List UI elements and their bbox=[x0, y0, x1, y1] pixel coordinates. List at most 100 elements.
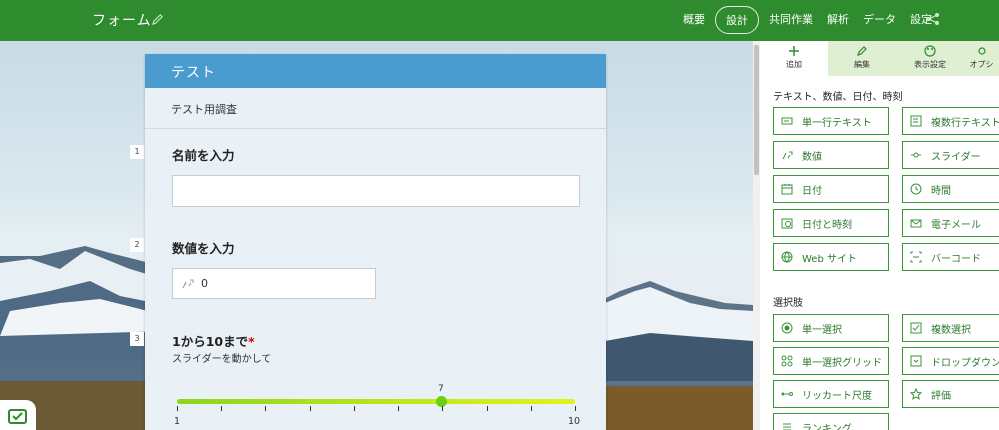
add-question-button[interactable]: 単一選択グリッド bbox=[773, 347, 889, 375]
form-description[interactable]: テスト用調査 bbox=[145, 88, 606, 129]
button-label: 日付と時刻 bbox=[802, 219, 852, 231]
tab-label: 編集 bbox=[854, 60, 870, 69]
button-label: Web サイト bbox=[802, 253, 857, 265]
number-icon bbox=[782, 151, 793, 160]
add-question-button[interactable]: 日付 bbox=[773, 175, 889, 203]
nav-data[interactable]: データ bbox=[856, 6, 903, 34]
slider-tick bbox=[353, 406, 355, 411]
dropdown-icon bbox=[910, 355, 922, 367]
button-label: ランキング bbox=[802, 423, 852, 430]
button-label: 評価 bbox=[931, 390, 951, 402]
single-line-icon bbox=[781, 117, 793, 125]
barcode-icon bbox=[910, 251, 922, 263]
tab-add[interactable]: 追加 bbox=[760, 41, 828, 76]
nav-analysis[interactable]: 解析 bbox=[820, 6, 856, 34]
slider-tick bbox=[530, 406, 532, 411]
slider-min-label: 1 bbox=[174, 416, 181, 427]
section-title-text: テキスト、数値、日付、時刻 bbox=[773, 92, 903, 103]
tab-label: オプシ bbox=[969, 60, 994, 69]
add-question-button[interactable]: 評価 bbox=[902, 380, 999, 408]
question-subtitle: スライダーを動かして bbox=[172, 354, 272, 365]
grid-icon bbox=[781, 355, 793, 367]
tab-edit[interactable]: 編集 bbox=[828, 41, 896, 76]
button-label: 複数選択 bbox=[931, 324, 971, 336]
question-number: 1 bbox=[130, 145, 144, 159]
slider-tick bbox=[221, 406, 223, 411]
add-question-button[interactable]: 時間 bbox=[902, 175, 999, 203]
chatbot-icon bbox=[8, 409, 27, 424]
pencil-icon[interactable] bbox=[151, 13, 164, 26]
share-icon[interactable] bbox=[926, 12, 940, 26]
add-question-button[interactable]: 複数行テキスト bbox=[902, 107, 999, 135]
section-title-choice: 選択肢 bbox=[773, 298, 803, 309]
question-title[interactable]: 1から10まで* bbox=[172, 331, 255, 350]
email-icon bbox=[910, 219, 922, 228]
button-label: 時間 bbox=[931, 185, 951, 197]
add-question-button[interactable]: ランキング bbox=[773, 413, 889, 430]
add-question-button[interactable]: 日付と時刻 bbox=[773, 209, 889, 237]
add-question-button[interactable]: 電子メール bbox=[902, 209, 999, 237]
add-question-button[interactable]: 複数選択 bbox=[902, 314, 999, 342]
slider-track[interactable] bbox=[177, 399, 575, 404]
nav-overview[interactable]: 概要 bbox=[676, 6, 712, 34]
plus-icon bbox=[789, 46, 799, 56]
button-label: リッカート尺度 bbox=[802, 390, 872, 402]
gear-icon bbox=[977, 47, 986, 55]
ranking-icon bbox=[783, 423, 791, 430]
tab-display-settings[interactable]: 表示設定 bbox=[896, 41, 964, 76]
add-question-button[interactable]: バーコード bbox=[902, 243, 999, 271]
panel-scrollbar[interactable] bbox=[753, 41, 760, 430]
button-label: バーコード bbox=[931, 253, 981, 265]
pencil-icon bbox=[857, 46, 867, 56]
nav-design[interactable]: 設計 bbox=[715, 6, 759, 34]
assistant-button[interactable] bbox=[0, 400, 36, 430]
button-label: スライダー bbox=[931, 151, 981, 163]
button-label: 電子メール bbox=[931, 219, 981, 231]
add-question-button[interactable]: スライダー bbox=[902, 141, 999, 169]
scroll-thumb[interactable] bbox=[754, 45, 759, 175]
globe-icon bbox=[781, 251, 793, 263]
button-label: 単一選択グリッド bbox=[802, 357, 882, 369]
add-question-button[interactable]: リッカート尺度 bbox=[773, 380, 889, 408]
add-question-button[interactable]: 単一選択 bbox=[773, 314, 889, 342]
top-bar: フォーム 概要 設計 共同作業 解析 データ 設定 bbox=[0, 0, 999, 41]
slider-max-label: 10 bbox=[568, 416, 581, 427]
clock-icon bbox=[910, 183, 922, 195]
required-mark: * bbox=[248, 334, 255, 349]
add-question-button[interactable]: 数値 bbox=[773, 141, 889, 169]
name-input[interactable] bbox=[172, 175, 580, 207]
nav-collaboration[interactable]: 共同作業 bbox=[762, 6, 820, 34]
question-palette-panel: 追加 編集 表示設定 オプシ テキスト、数値、日付、時刻 選択肢 単一行テキスト… bbox=[753, 41, 999, 430]
star-icon bbox=[910, 388, 922, 400]
button-label: 日付 bbox=[802, 185, 822, 197]
add-question-button[interactable]: Web サイト bbox=[773, 243, 889, 271]
number-icon bbox=[182, 279, 194, 289]
tab-label: 表示設定 bbox=[914, 60, 946, 69]
button-label: 単一行テキスト bbox=[802, 117, 872, 129]
slider-icon bbox=[911, 152, 921, 158]
panel-tabs: 追加 編集 表示設定 オプシ bbox=[760, 41, 999, 76]
add-question-button[interactable]: 単一行テキスト bbox=[773, 107, 889, 135]
form-card: テスト テスト用調査 名前を入力 数値を入力 0 1から10まで* スライダーを… bbox=[145, 54, 606, 430]
form-title[interactable]: テスト bbox=[145, 54, 606, 88]
checkbox-icon bbox=[910, 322, 922, 334]
slider-tick bbox=[486, 406, 488, 411]
question-title[interactable]: 数値を入力 bbox=[172, 238, 235, 257]
number-value: 0 bbox=[201, 277, 208, 290]
button-label: 複数行テキスト bbox=[931, 117, 999, 129]
question-title[interactable]: 名前を入力 bbox=[172, 145, 235, 164]
calendar-icon bbox=[781, 184, 793, 195]
multi-line-icon bbox=[910, 115, 922, 127]
button-label: ドロップダウン bbox=[931, 357, 999, 369]
slider-tick bbox=[575, 406, 576, 411]
slider-value-label: 7 bbox=[438, 384, 444, 394]
question-number: 2 bbox=[130, 238, 144, 252]
number-input[interactable]: 0 bbox=[172, 268, 376, 299]
slider-tick bbox=[309, 406, 311, 411]
slider-tick bbox=[442, 406, 444, 411]
palette-icon bbox=[924, 45, 936, 57]
tab-options[interactable]: オプシ bbox=[964, 41, 999, 76]
slider-tick bbox=[398, 406, 400, 411]
add-question-button[interactable]: ドロップダウン bbox=[902, 347, 999, 375]
main-nav: 概要 設計 共同作業 解析 データ 設定 bbox=[676, 6, 939, 34]
